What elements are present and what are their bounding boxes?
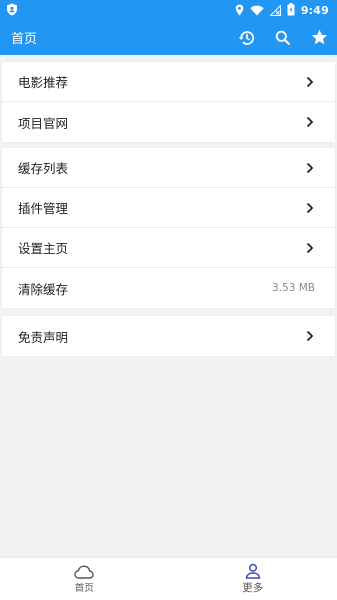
group-info: 电影推荐 项目官网: [2, 62, 335, 142]
chevron-right-icon: [305, 115, 315, 129]
tab-home-label: 首页: [74, 582, 94, 594]
chevron-right-icon: [305, 329, 315, 343]
chevron-right-icon: [305, 201, 315, 215]
signal-icon: [269, 1, 281, 20]
wifi-icon: [250, 1, 264, 20]
menu-item-disclaimer[interactable]: 免责声明: [2, 316, 335, 356]
chevron-right-icon: [305, 75, 315, 89]
cache-size-value: 3.53 MB: [272, 282, 315, 294]
star-icon: [311, 29, 327, 45]
menu-item-cache-list[interactable]: 缓存列表: [2, 148, 335, 188]
menu-item-label: 设置主页: [18, 241, 69, 256]
menu-item-label: 缓存列表: [18, 161, 69, 176]
group-tools: 缓存列表 插件管理 设置主页 清除缓存 3.53 MB: [2, 148, 335, 308]
menu-item-project-website[interactable]: 项目官网: [2, 102, 335, 142]
settings-list: 电影推荐 项目官网 缓存列表 插件管理 设置主页 清除缓存 3.53 MB 免责…: [0, 55, 337, 557]
page-title: 首页: [11, 32, 38, 47]
menu-item-plugin-management[interactable]: 插件管理: [2, 188, 335, 228]
menu-item-label: 插件管理: [18, 201, 69, 216]
history-button[interactable]: [237, 28, 257, 48]
screen: 9:49 首页 电影推荐 项目官网 缓存列表 插件管理 设置主页 清除缓存 3.…: [0, 0, 337, 600]
cloud-icon: [74, 564, 94, 579]
search-button[interactable]: [273, 28, 293, 48]
menu-item-label: 电影推荐: [18, 75, 69, 90]
status-bar: 9:49: [0, 0, 337, 20]
tab-home[interactable]: 首页: [0, 558, 169, 600]
menu-item-label: 项目官网: [18, 115, 69, 131]
chevron-right-icon: [305, 161, 315, 175]
shield-icon: [6, 1, 18, 20]
favorites-button[interactable]: [309, 28, 329, 48]
search-icon: [275, 30, 291, 45]
clock-time: 9:49: [300, 3, 329, 17]
battery-icon: [287, 1, 295, 20]
app-bar: 首页: [0, 20, 337, 55]
person-icon: [245, 563, 261, 579]
tab-more-label: 更多: [242, 582, 264, 594]
chevron-right-icon: [305, 241, 315, 255]
tab-more[interactable]: 更多: [169, 558, 337, 600]
menu-item-set-homepage[interactable]: 设置主页: [2, 228, 335, 268]
menu-item-label: 免责声明: [18, 329, 69, 345]
location-icon: [235, 1, 244, 20]
menu-item-clear-cache[interactable]: 清除缓存 3.53 MB: [2, 268, 335, 308]
history-icon: [238, 30, 255, 45]
menu-item-movie-recommendations[interactable]: 电影推荐: [2, 62, 335, 102]
menu-item-label: 清除缓存: [18, 281, 69, 297]
bottom-navigation: 首页 更多: [0, 557, 337, 600]
group-legal: 免责声明: [2, 316, 335, 356]
